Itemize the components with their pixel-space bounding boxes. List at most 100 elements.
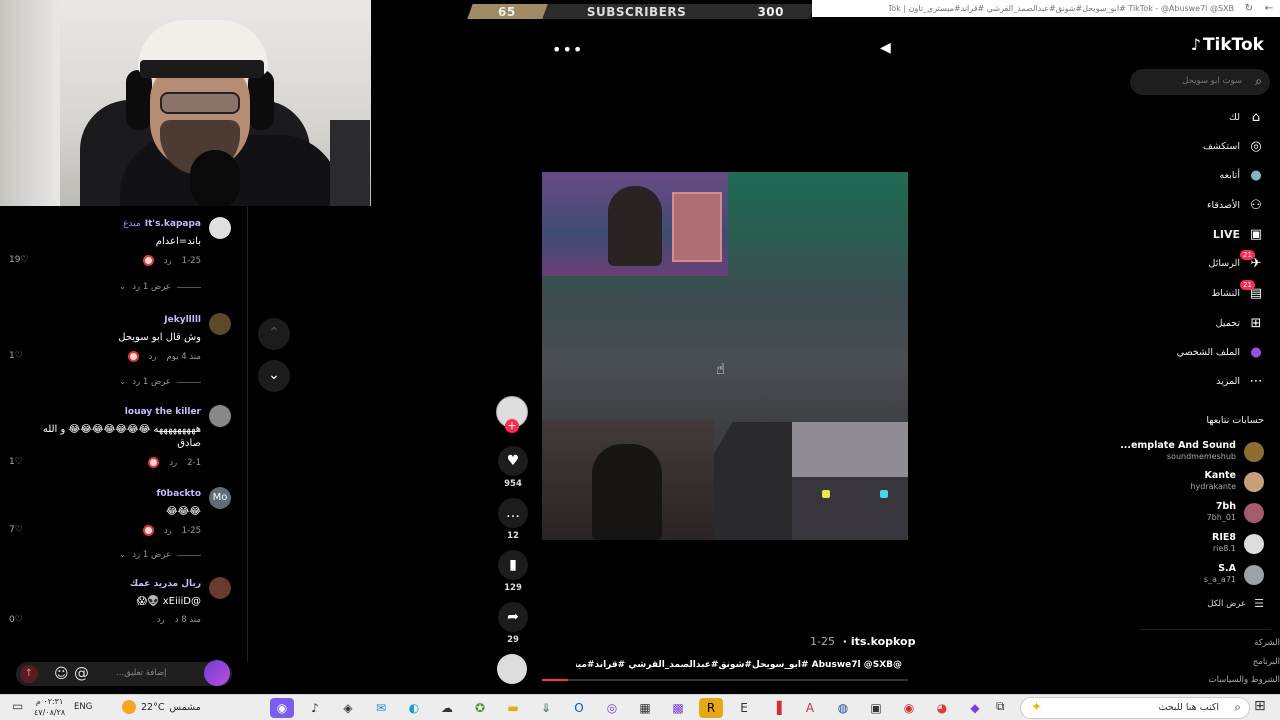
- author-name[interactable]: its.kopkop: [851, 635, 916, 648]
- weather-widget[interactable]: 22°C مشمس: [122, 700, 201, 714]
- sidebar-item-label[interactable]: تحميل: [1216, 318, 1240, 329]
- following-account[interactable]: 7bh 7bh_01: [1124, 501, 1264, 525]
- previous-video-button[interactable]: ⌃: [258, 318, 290, 350]
- reply-button[interactable]: رد: [149, 352, 157, 362]
- heart-outline-icon[interactable]: ♡: [15, 525, 23, 535]
- footer-link-terms[interactable]: الشروط والسياسات: [1209, 675, 1280, 685]
- account-name[interactable]: ...emplate And Sound: [1120, 440, 1236, 451]
- reply-button[interactable]: رد: [157, 615, 165, 625]
- comment-bubble-icon[interactable]: …: [498, 498, 528, 528]
- emoji-icon[interactable]: ☺: [54, 665, 69, 683]
- edge-icon[interactable]: ◐: [402, 698, 426, 718]
- video-progress-bar[interactable]: [542, 679, 908, 681]
- steam-icon[interactable]: ◍: [831, 698, 855, 718]
- sidebar-item-label[interactable]: استكشف: [1203, 141, 1240, 152]
- view-replies-button[interactable]: عرض 1 رد ⌄: [119, 377, 201, 387]
- tiktok-app-icon[interactable]: ♪: [303, 698, 327, 718]
- comment-likes[interactable]: 7♡: [9, 525, 23, 535]
- comment-avatar[interactable]: [209, 313, 231, 335]
- volume-icon[interactable]: ◀: [880, 40, 891, 56]
- search-box[interactable]: سوت ابو سويحل ⌕: [1130, 69, 1270, 95]
- see-all-button[interactable]: ☰ عرض الكل: [1207, 597, 1264, 610]
- video-author[interactable]: 1-25 · its.kopkop: [810, 635, 915, 648]
- account-avatar[interactable]: [1244, 534, 1264, 554]
- account-avatar[interactable]: [1244, 472, 1264, 492]
- sidebar-item-label[interactable]: الملف الشخصي: [1177, 347, 1240, 358]
- obs-icon[interactable]: ◎: [600, 698, 624, 718]
- download-icon[interactable]: ⇓: [534, 698, 558, 718]
- mail-icon[interactable]: ✉: [369, 698, 393, 718]
- comments-panel[interactable]: It's.kapapaمبدع باند=اعدام 1-25 رد 19♡ ع…: [0, 207, 248, 662]
- sidebar-item-2[interactable]: ● أتابعه: [1220, 165, 1265, 185]
- view-replies-button[interactable]: عرض 1 رد ⌄: [119, 550, 201, 560]
- sidebar-item-label[interactable]: المزيد: [1216, 376, 1240, 387]
- sidebar-item-label[interactable]: الرسائل: [1209, 258, 1240, 269]
- epic-icon[interactable]: E: [732, 698, 756, 718]
- reply-button[interactable]: رد: [169, 458, 177, 468]
- more-options-icon[interactable]: •••: [552, 40, 583, 59]
- app-dark-icon[interactable]: ▣: [864, 698, 888, 718]
- terminal-icon[interactable]: ▦: [633, 698, 657, 718]
- account-name[interactable]: RIE8: [1212, 532, 1236, 543]
- video-player[interactable]: [542, 172, 908, 540]
- comment-likes[interactable]: 0♡: [9, 615, 23, 625]
- sidebar-item-5[interactable]: ✈ 21 الرسائل: [1209, 249, 1264, 273]
- account-avatar[interactable]: [1244, 565, 1264, 585]
- account-avatar[interactable]: [1244, 442, 1264, 462]
- chrome-icon[interactable]: ◕: [930, 698, 954, 718]
- sidebar-item-label[interactable]: LIVE: [1213, 228, 1240, 241]
- post-comment-button[interactable]: ↑: [20, 665, 38, 683]
- share-action[interactable]: ➦ 29: [497, 602, 529, 645]
- see-all-label[interactable]: عرض الكل: [1207, 599, 1246, 609]
- record-icon[interactable]: ◉: [897, 698, 921, 718]
- account-name[interactable]: 7bh: [1216, 501, 1236, 512]
- sidebar-item-label[interactable]: لك: [1229, 112, 1240, 123]
- taskbar-clock[interactable]: ٠٢:٣١ م ٤٧/٠٨/٢٨: [34, 696, 65, 718]
- comment-likes[interactable]: 19♡: [9, 255, 29, 265]
- sidebar-item-6[interactable]: ▤ 21 النشاط: [1211, 279, 1264, 303]
- comment-user[interactable]: ريال مدريد عمك: [130, 579, 201, 589]
- heart-outline-icon[interactable]: ♡: [15, 615, 23, 625]
- reply-button[interactable]: رد: [164, 256, 172, 266]
- comment-avatar[interactable]: [209, 405, 231, 427]
- adobe-icon[interactable]: A: [798, 698, 822, 718]
- heart-icon[interactable]: ♥: [498, 446, 528, 476]
- search-icon[interactable]: ⌕: [1234, 700, 1241, 715]
- taskbar-search[interactable]: ✦ اكتب هنا للبحث ⌕: [1020, 697, 1250, 719]
- comment-avatar[interactable]: [209, 577, 231, 599]
- save-action[interactable]: ▮ 129: [497, 550, 529, 593]
- outlook-icon[interactable]: O: [567, 698, 591, 718]
- reply-button[interactable]: رد: [164, 526, 172, 536]
- back-icon[interactable]: ←: [1264, 3, 1274, 14]
- copilot-icon[interactable]: ◆: [963, 698, 987, 718]
- search-icon[interactable]: ⌕: [1255, 74, 1262, 89]
- comment-likes[interactable]: 1♡: [9, 351, 23, 361]
- taskbar-search-input[interactable]: اكتب هنا للبحث: [1158, 702, 1219, 713]
- account-avatar[interactable]: [1244, 503, 1264, 523]
- share-arrow-icon[interactable]: ➦: [498, 602, 528, 632]
- view-replies-button[interactable]: عرض 1 رد ⌄: [119, 282, 201, 292]
- app-red-icon[interactable]: ▐: [765, 698, 789, 718]
- heart-outline-icon[interactable]: ♡: [15, 351, 23, 361]
- view-replies-label[interactable]: عرض 1 رد: [132, 550, 171, 560]
- xbox-icon[interactable]: ✪: [468, 698, 492, 718]
- sidebar-item-label[interactable]: النشاط: [1211, 288, 1240, 299]
- sidebar-item-0[interactable]: ⌂ لك: [1229, 107, 1264, 127]
- following-account[interactable]: Kante hydrakante: [1124, 470, 1264, 494]
- following-account[interactable]: RIE8 rie8.1: [1124, 532, 1264, 556]
- comment-user[interactable]: It's.kapapa مبدع: [123, 219, 201, 229]
- comment-action[interactable]: … 12: [497, 498, 529, 541]
- following-account[interactable]: ...emplate And Sound soundmemeshub: [1120, 440, 1264, 464]
- tiktok-logo[interactable]: ♪ TikTok: [1191, 35, 1264, 55]
- weather-app-icon[interactable]: ☁: [435, 698, 459, 718]
- comment-user[interactable]: f0backto: [157, 489, 202, 499]
- search-input[interactable]: سوت ابو سويحل: [1182, 76, 1242, 86]
- sidebar-item-7[interactable]: ⊞ تحميل: [1216, 313, 1264, 333]
- comment-user[interactable]: louay the killer: [125, 407, 201, 417]
- mention-icon[interactable]: @: [74, 664, 89, 682]
- sidebar-item-label[interactable]: أتابعه: [1220, 170, 1241, 181]
- sidebar-item-3[interactable]: ⚇ الأصدقاء: [1207, 195, 1264, 215]
- sidebar-item-8[interactable]: ● الملف الشخصي: [1177, 342, 1264, 362]
- discord-icon[interactable]: ◉: [270, 698, 294, 718]
- apps-icon[interactable]: ▩: [666, 698, 690, 718]
